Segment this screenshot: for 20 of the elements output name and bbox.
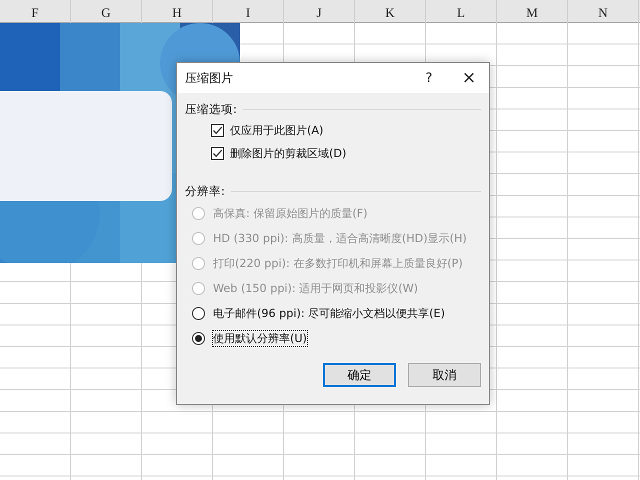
group-label: 分辨率: xyxy=(185,184,225,198)
checkbox-label[interactable]: 仅应用于此图片(A) xyxy=(230,123,324,138)
radio-label[interactable]: 使用默认分辨率(U) xyxy=(213,331,307,346)
dialog-button[interactable]: 确定 xyxy=(323,363,396,387)
column-header[interactable]: K xyxy=(355,0,426,26)
checkbox[interactable] xyxy=(211,147,224,160)
dialog-title: 压缩图片 xyxy=(185,70,234,86)
help-button[interactable]: ? xyxy=(409,63,449,93)
radio-button[interactable] xyxy=(192,307,205,320)
radio-button[interactable] xyxy=(192,332,205,345)
column-header[interactable]: L xyxy=(426,0,497,26)
dialog-button[interactable]: 取消 xyxy=(408,363,481,387)
checkbox[interactable] xyxy=(211,124,224,137)
column-header[interactable]: J xyxy=(284,0,355,26)
close-button[interactable]: × xyxy=(449,63,489,93)
column-header[interactable]: N xyxy=(568,0,639,26)
checkbox-label[interactable]: 删除图片的剪裁区域(D) xyxy=(230,146,346,161)
column-header[interactable]: M xyxy=(497,0,568,26)
group-label: 压缩选项: xyxy=(185,102,237,116)
radio-label[interactable]: 电子邮件(96 ppi): 尽可能缩小文档以便共享(E) xyxy=(213,306,445,321)
